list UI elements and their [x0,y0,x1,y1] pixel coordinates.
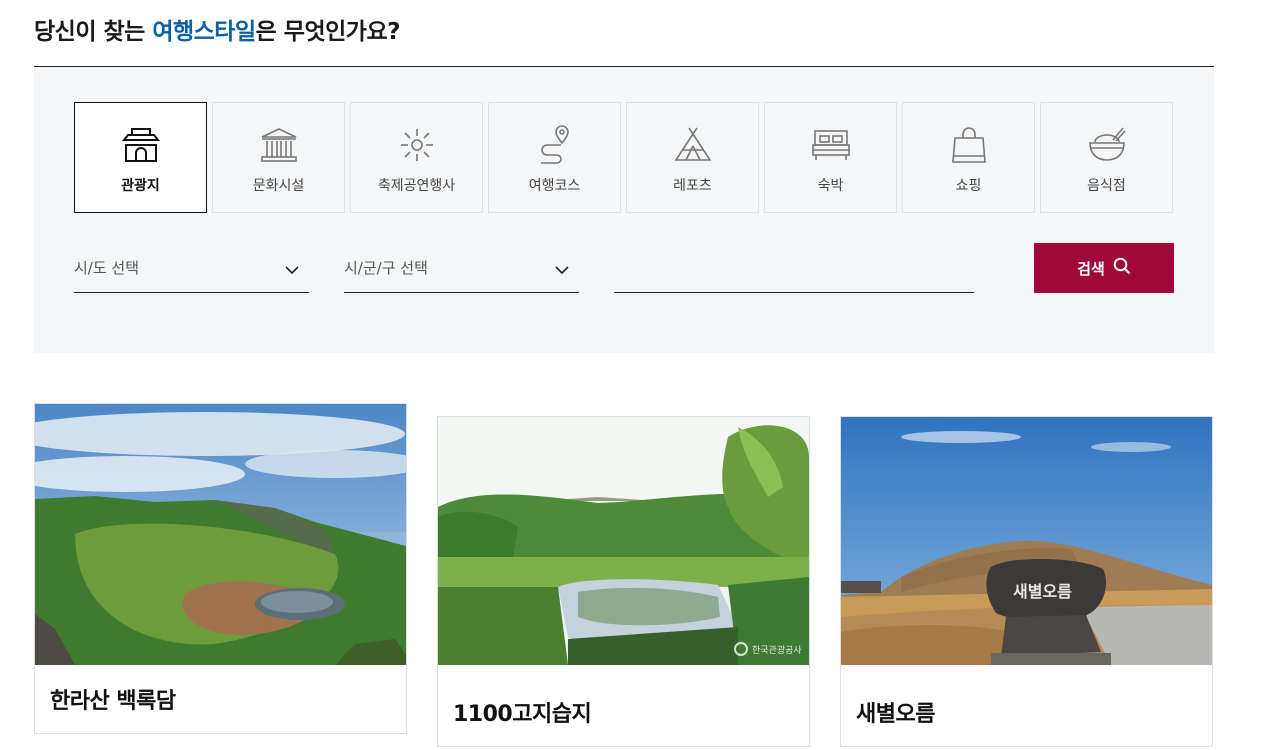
museum-building-icon [259,125,299,165]
destination-card[interactable]: 한국관광공사 1100고지습지 [437,416,810,747]
category-label: 문화시설 [252,178,305,194]
category-culture[interactable]: 문화시설 [212,102,345,213]
search-button[interactable]: 검색 [1034,243,1174,293]
tent-icon [673,125,713,165]
category-festival[interactable]: 축제공연행사 [350,102,483,213]
watermark-text: 한국관광공사 [752,644,802,656]
category-shopping[interactable]: 쇼핑 [902,102,1035,213]
title-suffix: 은 무엇인가요? [255,19,401,45]
category-lodging[interactable]: 숙박 [764,102,897,213]
category-restaurant[interactable]: 음식점 [1040,102,1173,213]
bed-icon [811,125,851,165]
category-label: 관광지 [121,178,160,194]
category-label: 여행코스 [528,178,581,194]
title-accent: 여행스타일 [152,19,256,45]
card-title: 한라산 백록담 [50,689,176,714]
oreum-stone-photo: 새별오름 [841,417,1212,678]
chevron-down-icon [555,260,569,279]
category-tourist-spot[interactable]: 관광지 [74,102,207,213]
district-select-label: 시/군/구 선택 [344,259,428,277]
chevron-down-icon [285,260,299,279]
category-travel-course[interactable]: 여행코스 [488,102,621,213]
category-leisure-sports[interactable]: 레포츠 [626,102,759,213]
category-label: 음식점 [1087,178,1126,194]
province-select[interactable]: 시/도 선택 [74,244,309,293]
category-label: 숙박 [817,178,844,194]
rice-bowl-icon [1087,125,1127,165]
travel-style-panel: 관광지 문화시설 축제공연행사 여행코스 레포츠 숙박 쇼핑 음식점 시/도 선… [34,67,1214,353]
destination-card[interactable]: 한라산 백록담 [34,403,407,734]
card-title: 1100고지습지 [453,702,592,727]
district-select[interactable]: 시/군/구 선택 [344,244,579,293]
shopping-bag-icon [949,125,989,165]
category-label: 축제공연행사 [377,178,456,194]
category-label: 쇼핑 [955,178,982,194]
province-select-label: 시/도 선택 [74,259,140,277]
destination-card[interactable]: 새별오름 새별오름 [840,416,1213,747]
stone-sign-text: 새별오름 [1013,582,1072,601]
category-label: 레포츠 [673,178,712,194]
palace-gate-icon [121,125,161,165]
page-title: 당신이 찾는 여행스타일은 무엇인가요? [34,12,400,46]
wetland-pond-photo: 한국관광공사 [438,417,809,678]
firework-icon [397,125,437,165]
search-icon [1113,257,1131,279]
crater-lake-photo [35,404,406,665]
card-title: 새별오름 [856,702,935,727]
keyword-input[interactable] [614,244,974,293]
search-button-label: 검색 [1077,259,1105,278]
route-pin-icon [535,125,575,165]
category-list: 관광지 문화시설 축제공연행사 여행코스 레포츠 숙박 쇼핑 음식점 [74,102,1173,213]
title-prefix: 당신이 찾는 [34,19,153,45]
